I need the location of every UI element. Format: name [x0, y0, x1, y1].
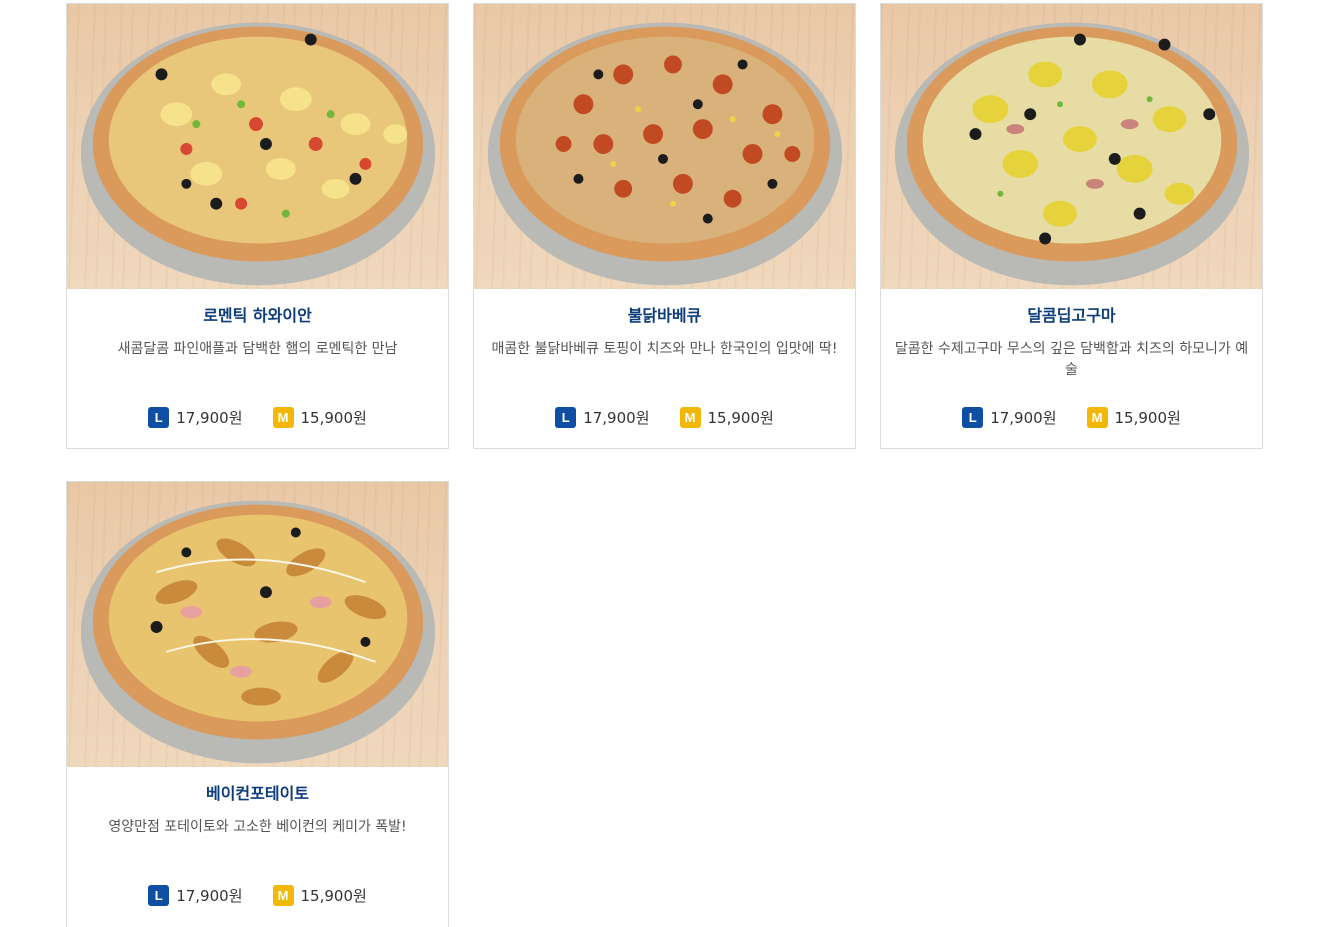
medium-price-value: 15,900원: [300, 409, 367, 427]
product-description: 새콤달콤 파인애플과 담백한 햄의 로멘틱한 만남: [117, 341, 398, 357]
medium-price: M 15,900원: [1086, 407, 1181, 428]
product-name[interactable]: 로멘틱 하와이안: [67, 305, 448, 327]
large-size-badge-icon: L: [555, 407, 577, 428]
price-row: L 17,900원 M 15,900원: [474, 407, 855, 428]
product-card-buldak-bbq[interactable]: 불닭바베큐 매콤한 불닭바베큐 토핑이 치즈와 만나 한국인의 입맛에 딱! L…: [473, 3, 856, 449]
pizza-photo[interactable]: [474, 4, 855, 289]
product-description: 달콤한 수제고구마 무스의 깊은 담백함과 치즈의 하모니가 예술: [894, 341, 1249, 378]
large-price-value: 17,900원: [583, 409, 650, 427]
product-info: 로멘틱 하와이안 새콤달콤 파인애플과 담백한 햄의 로멘틱한 만남 L 17,…: [67, 289, 448, 428]
medium-price-value: 15,900원: [1114, 409, 1181, 427]
medium-size-badge-icon: M: [272, 407, 294, 428]
price-row: L 17,900원 M 15,900원: [67, 407, 448, 428]
pizza-image: [80, 500, 436, 764]
product-card-romantic-hawaiian[interactable]: 로멘틱 하와이안 새콤달콤 파인애플과 담백한 햄의 로멘틱한 만남 L 17,…: [66, 3, 449, 449]
large-size-badge-icon: L: [148, 885, 170, 906]
medium-price-value: 15,900원: [300, 887, 367, 905]
product-name[interactable]: 불닭바베큐: [474, 305, 855, 327]
large-price: L 17,900원: [148, 885, 243, 906]
medium-price: M 15,900원: [272, 407, 367, 428]
product-description: 매콤한 불닭바베큐 토핑이 치즈와 만나 한국인의 입맛에 딱!: [491, 341, 838, 357]
pizza-photo[interactable]: [67, 4, 448, 289]
price-row: L 17,900원 M 15,900원: [67, 885, 448, 906]
price-row: L 17,900원 M 15,900원: [881, 407, 1262, 428]
large-price-value: 17,900원: [176, 887, 243, 905]
large-price: L 17,900원: [555, 407, 650, 428]
medium-size-badge-icon: M: [272, 885, 294, 906]
large-price: L 17,900원: [962, 407, 1057, 428]
product-description: 영양만점 포테이토와 고소한 베이컨의 케미가 폭발!: [108, 819, 407, 835]
product-name[interactable]: 달콤딥고구마: [881, 305, 1262, 327]
product-info: 불닭바베큐 매콤한 불닭바베큐 토핑이 치즈와 만나 한국인의 입맛에 딱! L…: [474, 289, 855, 428]
pizza-photo[interactable]: [881, 4, 1262, 289]
product-card-bacon-potato[interactable]: 베이컨포테이토 영양만점 포테이토와 고소한 베이컨의 케미가 폭발! L 17…: [66, 481, 449, 927]
pizza-image: [894, 22, 1250, 286]
medium-size-badge-icon: M: [1086, 407, 1108, 428]
large-price-value: 17,900원: [176, 409, 243, 427]
product-card-sweet-dip-potato[interactable]: 달콤딥고구마 달콤한 수제고구마 무스의 깊은 담백함과 치즈의 하모니가 예술…: [880, 3, 1263, 449]
large-size-badge-icon: L: [962, 407, 984, 428]
product-info: 달콤딥고구마 달콤한 수제고구마 무스의 깊은 담백함과 치즈의 하모니가 예술…: [881, 289, 1262, 428]
product-grid: 로멘틱 하와이안 새콤달콤 파인애플과 담백한 햄의 로멘틱한 만남 L 17,…: [0, 0, 1319, 927]
medium-price-value: 15,900원: [707, 409, 774, 427]
pizza-image: [80, 22, 436, 286]
large-price: L 17,900원: [148, 407, 243, 428]
medium-size-badge-icon: M: [679, 407, 701, 428]
medium-price: M 15,900원: [679, 407, 774, 428]
pizza-image: [487, 22, 843, 286]
large-size-badge-icon: L: [148, 407, 170, 428]
pizza-photo[interactable]: [67, 482, 448, 767]
product-name[interactable]: 베이컨포테이토: [67, 783, 448, 805]
medium-price: M 15,900원: [272, 885, 367, 906]
large-price-value: 17,900원: [990, 409, 1057, 427]
product-info: 베이컨포테이토 영양만점 포테이토와 고소한 베이컨의 케미가 폭발! L 17…: [67, 767, 448, 906]
